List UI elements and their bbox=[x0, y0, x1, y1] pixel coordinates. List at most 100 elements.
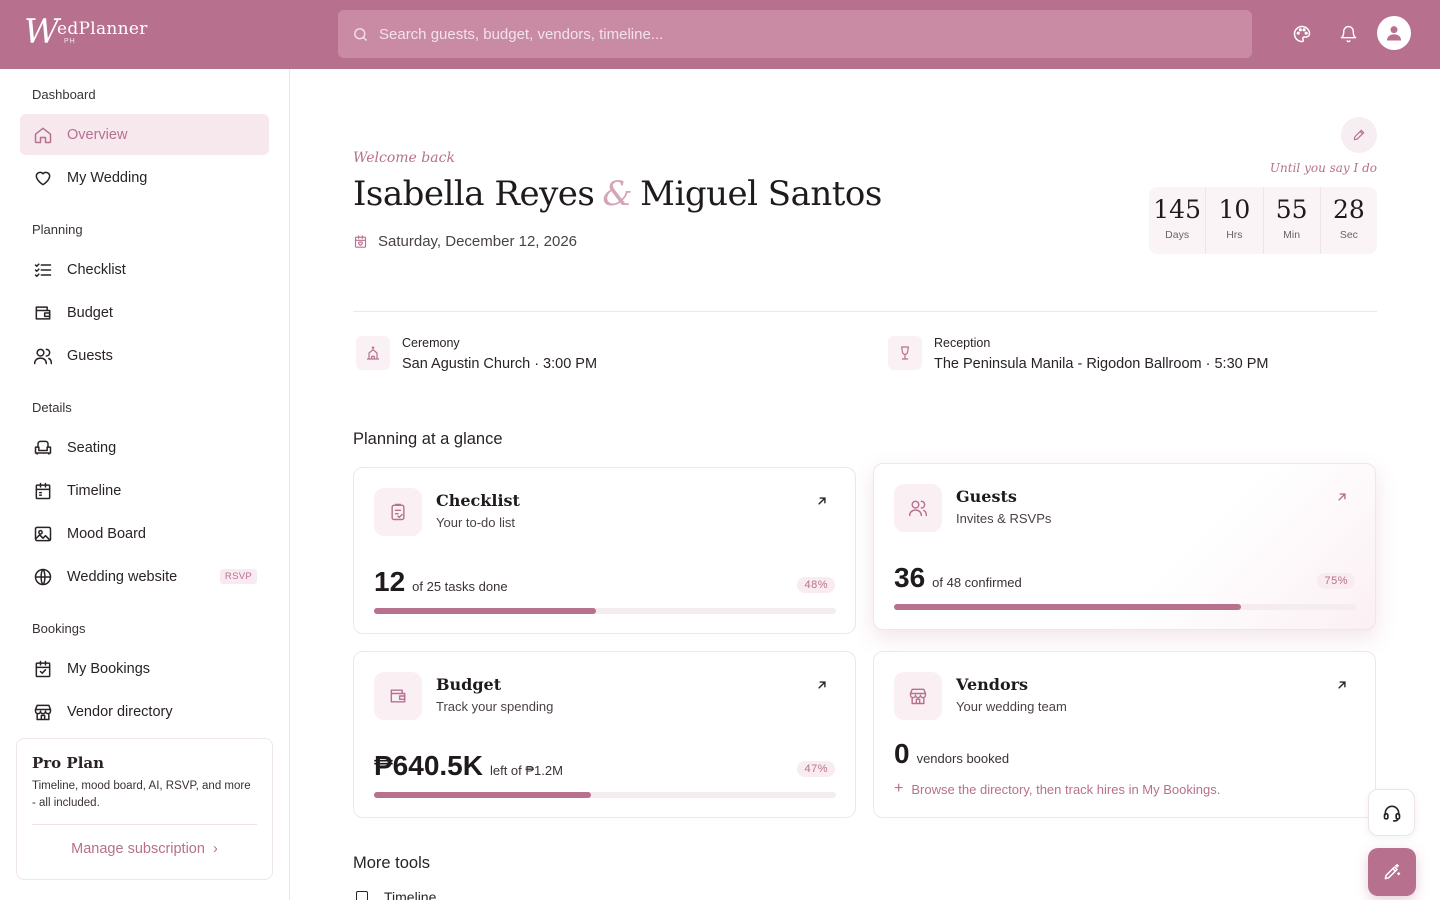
chevron-right-icon: › bbox=[213, 841, 218, 857]
divider bbox=[32, 824, 257, 825]
edit-wedding-button[interactable] bbox=[1341, 117, 1377, 153]
guests-count: 36 of 48 confirmed bbox=[894, 562, 1022, 594]
logo-mark: W bbox=[24, 12, 59, 52]
arrow-up-right-icon[interactable] bbox=[1335, 678, 1349, 692]
sidebar-item-budget[interactable]: Budget bbox=[20, 292, 269, 333]
vendors-count: 0 vendors booked bbox=[894, 738, 1009, 770]
sidebar-section-bookings: Bookings bbox=[32, 621, 86, 636]
wallet-icon bbox=[32, 302, 54, 324]
card-number: 0 bbox=[894, 738, 910, 769]
manage-subscription-link[interactable]: Manage subscription › bbox=[32, 841, 257, 857]
guests-card[interactable]: Guests Invites & RSVPs 36 of 48 confirmed… bbox=[873, 463, 1376, 630]
countdown-label: Min bbox=[1283, 229, 1301, 241]
card-title: Guests bbox=[956, 487, 1017, 506]
search-bar[interactable] bbox=[338, 10, 1252, 58]
countdown-value: 28 bbox=[1332, 195, 1365, 224]
more-tools-item-timeline[interactable]: Timeline bbox=[356, 889, 436, 900]
budget-card[interactable]: Budget Track your spending ₱640.5K left o… bbox=[353, 651, 856, 818]
sidebar-item-label: Checklist bbox=[67, 261, 126, 278]
sidebar-section-planning: Planning bbox=[32, 222, 83, 237]
card-number: 12 bbox=[374, 566, 406, 597]
sidebar-item-seating[interactable]: Seating bbox=[20, 427, 269, 468]
search-icon bbox=[352, 26, 369, 43]
ampersand: & bbox=[602, 174, 633, 214]
sidebar-item-checklist[interactable]: Checklist bbox=[20, 249, 269, 290]
church-icon bbox=[356, 336, 390, 370]
calendar-icon bbox=[32, 480, 54, 502]
store-icon bbox=[32, 701, 54, 723]
sidebar-item-guests[interactable]: Guests bbox=[20, 335, 269, 376]
magic-pen-icon bbox=[1382, 862, 1402, 882]
sidebar-item-label: Budget bbox=[67, 304, 113, 321]
sidebar-item-label: Vendor directory bbox=[67, 703, 173, 720]
progress-bar bbox=[374, 792, 836, 798]
sidebar-item-vendor-directory[interactable]: Vendor directory bbox=[20, 691, 269, 732]
sidebar-item-my-bookings[interactable]: My Bookings bbox=[20, 648, 269, 689]
card-subtitle: Your to-do list bbox=[436, 515, 516, 530]
user-icon bbox=[1384, 23, 1404, 43]
app-logo[interactable]: W edPlanner PH bbox=[24, 14, 148, 54]
arrow-up-right-icon[interactable] bbox=[1335, 490, 1349, 504]
pro-plan-description: Timeline, mood board, AI, RSVP, and more… bbox=[32, 780, 251, 809]
wedding-date: Saturday, December 12, 2026 bbox=[353, 233, 577, 250]
sidebar-item-my-wedding[interactable]: My Wedding bbox=[20, 157, 269, 198]
pro-plan-card: Pro Plan Timeline, mood board, AI, RSVP,… bbox=[16, 738, 273, 880]
card-unit: of 25 tasks done bbox=[412, 579, 508, 594]
arrow-up-right-icon[interactable] bbox=[815, 678, 829, 692]
search-input[interactable] bbox=[379, 25, 1219, 43]
arrow-up-right-icon[interactable] bbox=[815, 494, 829, 508]
users-icon bbox=[894, 484, 942, 532]
heart-icon bbox=[32, 167, 54, 189]
browse-directory-text: Browse the directory, then track hires i… bbox=[911, 781, 1221, 797]
countdown-value: 10 bbox=[1218, 195, 1251, 224]
plus-icon: + bbox=[894, 780, 904, 797]
countdown-seconds: 28 Sec bbox=[1321, 187, 1377, 254]
home-icon bbox=[32, 124, 54, 146]
countdown-value: 145 bbox=[1153, 195, 1201, 224]
budget-remaining: ₱640.5K left of ₱1.2M bbox=[374, 750, 563, 782]
vendors-card[interactable]: Vendors Your wedding team 0 vendors booke… bbox=[873, 651, 1376, 818]
store-icon bbox=[894, 672, 942, 720]
welcome-text: Welcome back bbox=[353, 150, 455, 166]
reception-info: Reception The Peninsula Manila - Rigodon… bbox=[888, 336, 1268, 372]
checklist-count: 12 of 25 tasks done bbox=[374, 566, 508, 598]
calendar-heart-icon bbox=[353, 234, 368, 249]
more-tools-item-label: Timeline bbox=[384, 889, 437, 900]
image-icon bbox=[32, 523, 54, 545]
ai-assistant-button[interactable] bbox=[1368, 848, 1416, 896]
sidebar-item-wedding-website[interactable]: Wedding website RSVP bbox=[20, 556, 269, 597]
logo-word: edPlanner bbox=[56, 19, 148, 39]
sidebar-item-label: Wedding website bbox=[67, 568, 178, 585]
checklist-card[interactable]: Checklist Your to-do list 12 of 25 tasks … bbox=[353, 467, 856, 634]
progress-percent-badge: 75% bbox=[1317, 573, 1355, 589]
sidebar-section-details: Details bbox=[32, 400, 72, 415]
bell-icon[interactable] bbox=[1336, 22, 1360, 46]
progress-fill bbox=[374, 608, 596, 614]
card-unit: of 48 confirmed bbox=[932, 575, 1022, 590]
armchair-icon bbox=[32, 437, 54, 459]
support-button[interactable] bbox=[1368, 789, 1415, 836]
palette-icon[interactable] bbox=[1290, 22, 1314, 46]
sidebar-item-label: Timeline bbox=[67, 482, 122, 499]
countdown-minutes: 55 Min bbox=[1264, 187, 1321, 254]
sidebar-item-mood-board[interactable]: Mood Board bbox=[20, 513, 269, 554]
countdown-label: Days bbox=[1165, 229, 1190, 241]
divider bbox=[353, 311, 1377, 312]
sidebar-item-label: Overview bbox=[67, 126, 128, 143]
headset-icon bbox=[1382, 803, 1402, 823]
checkbox-icon bbox=[356, 891, 368, 900]
card-subtitle: Track your spending bbox=[436, 699, 554, 714]
avatar[interactable] bbox=[1377, 16, 1411, 50]
manage-subscription-label: Manage subscription bbox=[71, 841, 205, 857]
sidebar-item-label: Mood Board bbox=[67, 525, 146, 542]
card-subtitle: Invites & RSVPs bbox=[956, 511, 1052, 526]
sidebar-item-label: Seating bbox=[67, 439, 117, 456]
sidebar-item-timeline[interactable]: Timeline bbox=[20, 470, 269, 511]
countdown-hours: 10 Hrs bbox=[1206, 187, 1264, 254]
sidebar-item-overview[interactable]: Overview bbox=[20, 114, 269, 155]
clipboard-check-icon bbox=[374, 488, 422, 536]
couple-names: Isabella Reyes & Miguel Santos bbox=[353, 174, 882, 214]
ceremony-value: San Agustin Church · 3:00 PM bbox=[402, 356, 598, 372]
card-number: 36 bbox=[894, 562, 926, 593]
browse-directory-link[interactable]: + Browse the directory, then track hires … bbox=[894, 780, 1220, 798]
